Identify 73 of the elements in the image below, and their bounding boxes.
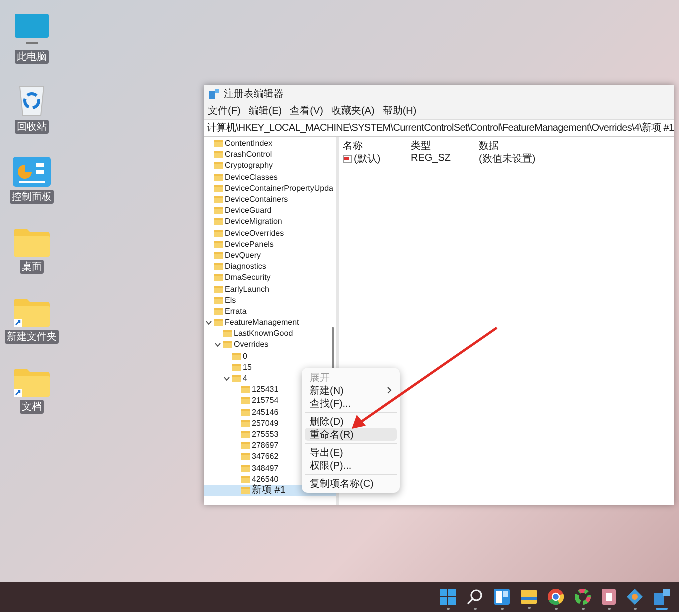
search-icon[interactable]	[467, 588, 483, 604]
tree-item[interactable]: DeviceMigration	[225, 217, 282, 226]
app-icon[interactable]	[627, 588, 643, 604]
tree-item[interactable]: DeviceContainers	[225, 195, 288, 204]
context-menu-item[interactable]: 权限(P)...	[305, 459, 397, 472]
address-bar[interactable]: 计算机\HKEY_LOCAL_MACHINE\SYSTEM\CurrentControlSet\Control\FeatureManagement\Overrides\4\新项 #1	[204, 119, 674, 137]
tree-item[interactable]: 4	[243, 374, 248, 384]
ring-app-icon[interactable]	[575, 588, 591, 604]
tree-item[interactable]: LastKnownGood	[234, 329, 294, 338]
tree-item[interactable]: Cryptography	[225, 161, 274, 170]
tree-item[interactable]: 257049	[252, 418, 279, 428]
tree-item[interactable]: 348497	[252, 464, 279, 473]
chevron-down-icon[interactable]	[215, 342, 221, 348]
context-menu-item[interactable]: 重命名(R)	[305, 428, 397, 441]
tree-item[interactable]: 0	[243, 352, 248, 361]
tree-item[interactable]: 15	[243, 362, 252, 372]
start-icon[interactable]	[440, 588, 456, 604]
desktop-icon-label[interactable]: 此电脑	[15, 50, 49, 64]
desktop-icon-label[interactable]: 文档	[20, 400, 44, 414]
tree-item[interactable]: 278697	[252, 441, 279, 450]
tree-item[interactable]: DeviceOverrides	[225, 228, 284, 238]
tree-item[interactable]: EarlyLaunch	[225, 284, 270, 294]
menu-item[interactable]: 查看(V)	[290, 104, 324, 118]
tree-item[interactable]: 275553	[252, 430, 279, 439]
column-header[interactable]: 类型	[411, 138, 479, 152]
tree-item[interactable]: Diagnostics	[225, 262, 266, 272]
tree-item[interactable]: DeviceContainerPropertyUpda	[225, 184, 334, 193]
tree-item[interactable]: 245146	[252, 408, 279, 417]
table-cell-text: (数值未设置)	[479, 152, 537, 166]
tree-item[interactable]: ContentIndex	[225, 139, 273, 148]
context-menu-item[interactable]: 删除(D)	[305, 415, 397, 428]
tree-item[interactable]: Errata	[225, 306, 247, 316]
chevron-down-icon[interactable]	[206, 320, 212, 326]
menu-item[interactable]: 编辑(E)	[248, 104, 282, 118]
app-icon[interactable]	[602, 588, 616, 604]
context-menu-item[interactable]: 查找(F)...	[305, 397, 397, 410]
widgets-icon[interactable]	[494, 588, 510, 604]
tree-item[interactable]: 215754	[252, 396, 279, 406]
tree-item[interactable]: DmaSecurity	[225, 273, 271, 282]
menu-item[interactable]: 帮助(H)	[382, 104, 417, 118]
table-cell-text: (默认)	[354, 152, 381, 166]
folder-icon[interactable]	[521, 590, 537, 604]
menu-item[interactable]: 收藏夹(A)	[331, 104, 375, 118]
column-header[interactable]: 名称	[343, 138, 411, 152]
tree-item[interactable]: FeatureManagement	[225, 318, 300, 328]
desktop-icon-label[interactable]: 新建文件夹	[5, 330, 59, 344]
control-panel-icon[interactable]	[13, 157, 51, 187]
tree-item[interactable]: DevQuery	[225, 250, 262, 260]
column-header[interactable]: 数据	[479, 138, 559, 152]
chevron-down-icon[interactable]	[224, 376, 230, 382]
desktop-icon-label[interactable]: 回收站	[15, 120, 49, 134]
browser-icon[interactable]	[548, 588, 564, 604]
desktop-icon-label[interactable]: 控制面板	[10, 190, 54, 204]
string-value-icon	[343, 154, 352, 162]
tree-item[interactable]: 347662	[252, 452, 279, 462]
table-cell-text: REG_SZ	[411, 153, 452, 164]
context-menu-item[interactable]: 复制项名称(C)	[305, 477, 397, 490]
context-menu-item[interactable]: 新建(N)	[305, 384, 397, 397]
window-title: 注册表编辑器	[224, 88, 284, 101]
tree-item[interactable]: Overrides	[234, 340, 269, 350]
chevron-right-icon	[387, 387, 392, 394]
registry-editor-icon[interactable]	[654, 588, 670, 604]
desktop-icon-label[interactable]: 桌面	[20, 260, 44, 274]
registry-editor-icon	[209, 89, 219, 99]
tree-item[interactable]: DeviceGuard	[225, 206, 272, 216]
tree-item[interactable]: CrashControl	[225, 150, 272, 160]
tree-item[interactable]: 426540	[252, 474, 279, 484]
context-menu-item[interactable]: 导出(E)	[305, 446, 397, 459]
tree-item[interactable]: DeviceClasses	[225, 172, 278, 182]
menu-item[interactable]: 文件(F)	[208, 104, 241, 118]
tree-item[interactable]: Els	[225, 296, 236, 305]
tree-item[interactable]: 125431	[252, 385, 279, 394]
tree-item[interactable]: DevicePanels	[225, 240, 274, 249]
